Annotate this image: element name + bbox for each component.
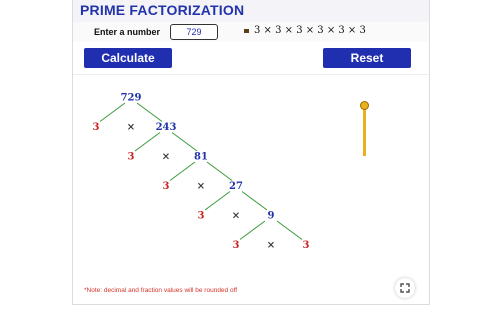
- zoom-slider-track[interactable]: [363, 106, 366, 156]
- branch-line: [169, 161, 196, 181]
- fullscreen-icon: [400, 283, 410, 293]
- composite-node: 81: [194, 152, 208, 163]
- prime-node: 3: [163, 181, 170, 192]
- prime-node: 3: [93, 122, 100, 133]
- branch-line: [204, 191, 231, 211]
- composite-node: 243: [156, 122, 177, 133]
- branch-line: [276, 220, 303, 240]
- composite-node: 729: [121, 93, 142, 104]
- zoom-slider-handle[interactable]: [360, 101, 369, 110]
- prime-node: 3: [303, 240, 310, 251]
- branch-line: [241, 191, 268, 211]
- prime-node: 3: [233, 240, 240, 251]
- fullscreen-button[interactable]: [395, 278, 415, 298]
- prime-node: 3: [198, 211, 205, 222]
- branch-line: [99, 102, 126, 122]
- multiply-sign: ×: [127, 122, 135, 133]
- composite-node: 9: [268, 211, 275, 222]
- branch-line: [206, 161, 233, 181]
- multiply-sign: ×: [232, 211, 240, 222]
- multiply-sign: ×: [162, 152, 170, 163]
- composite-node: 27: [229, 181, 243, 192]
- prime-node: 3: [128, 152, 135, 163]
- prime-factorization-app: PRIME FACTORIZATION Enter a number 3 × 3…: [72, 0, 430, 305]
- factor-tree: 729 3 × 243 3 × 81 3 × 27 3 × 9 3 × 3: [93, 93, 310, 252]
- multiply-sign: ×: [267, 240, 275, 251]
- multiply-sign: ×: [197, 181, 205, 192]
- branch-line: [136, 102, 163, 122]
- rounding-note: *Note: decimal and fraction values will …: [84, 287, 238, 294]
- branch-line: [239, 220, 266, 240]
- branch-line: [171, 132, 198, 152]
- branch-line: [134, 132, 161, 152]
